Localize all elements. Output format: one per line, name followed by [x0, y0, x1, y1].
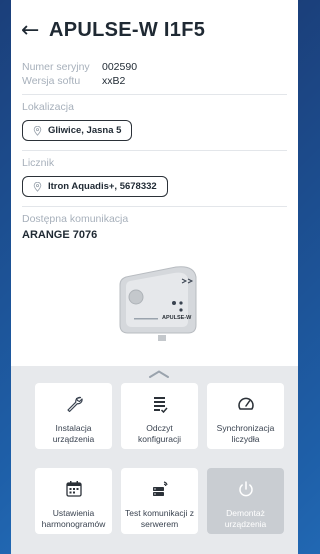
read-config-button[interactable]: Odczyt konfiguracji: [121, 383, 198, 449]
action-label: Instalacja urządzenia: [52, 423, 95, 444]
divider: [22, 150, 287, 151]
divider-wrap: [11, 150, 298, 151]
gauge-icon: [237, 395, 255, 413]
arrow-left-icon[interactable]: ←: [21, 18, 49, 43]
page-title: APULSE-W I1F5: [49, 18, 206, 41]
device-brand-text: APULSE-W: [162, 315, 192, 321]
serial-row: Numer seryjny 002590: [22, 60, 287, 74]
action-label: Demontaż urządzenia: [224, 508, 267, 529]
config-list-icon: [152, 395, 168, 413]
meter-value: Itron Aquadis+, 5678332: [48, 181, 157, 192]
communication-label: Dostępna komunikacja: [22, 213, 129, 225]
calendar-icon: [65, 480, 83, 498]
location-value: Gliwice, Jasna 5: [48, 125, 122, 136]
power-icon: [237, 480, 255, 498]
meter-chip[interactable]: Itron Aquadis+, 5678332: [22, 176, 168, 197]
software-row: Wersja softu xxB2: [22, 74, 287, 88]
sync-counter-button[interactable]: Synchronizacja liczydła: [207, 383, 284, 449]
sheet-handle[interactable]: [144, 366, 174, 382]
serial-label: Numer seryjny: [22, 61, 90, 73]
action-label: Test komunikacji z serwerem: [125, 508, 194, 529]
install-device-button[interactable]: Instalacja urządzenia: [35, 383, 112, 449]
location-chip[interactable]: Gliwice, Jasna 5: [22, 120, 133, 141]
location-pin-icon: [33, 125, 42, 136]
server-test-button[interactable]: Test komunikacji z serwerem: [121, 468, 198, 534]
divider: [22, 206, 287, 207]
software-label: Wersja softu: [22, 75, 81, 87]
chevron-up-icon: [149, 370, 169, 378]
device-image: APULSE-W: [116, 263, 208, 348]
divider-wrap: [11, 206, 298, 207]
action-label: Synchronizacja liczydła: [216, 423, 275, 444]
dismount-device-button[interactable]: Demontaż urządzenia: [207, 468, 284, 534]
meter-label: Licznik: [22, 157, 55, 169]
device-info: Numer seryjny 002590 Wersja softu xxB2: [11, 60, 298, 95]
schedule-settings-button[interactable]: Ustawienia harmonogramów: [35, 468, 112, 534]
header: ← APULSE-W I1F5: [11, 0, 298, 60]
server-signal-icon: [151, 480, 169, 498]
wrench-icon: [65, 395, 83, 413]
location-label: Lokalizacja: [22, 101, 74, 113]
location-pin-icon: [33, 181, 42, 192]
communication-value: ARANGE 7076: [22, 229, 98, 241]
divider: [22, 94, 287, 95]
action-label: Ustawienia harmonogramów: [41, 508, 106, 529]
action-label: Odczyt konfiguracji: [138, 423, 181, 444]
serial-value: 002590: [102, 61, 138, 73]
software-value: xxB2: [102, 75, 126, 87]
device-details-panel: ← APULSE-W I1F5 Numer seryjny 002590 Wer…: [11, 0, 298, 554]
